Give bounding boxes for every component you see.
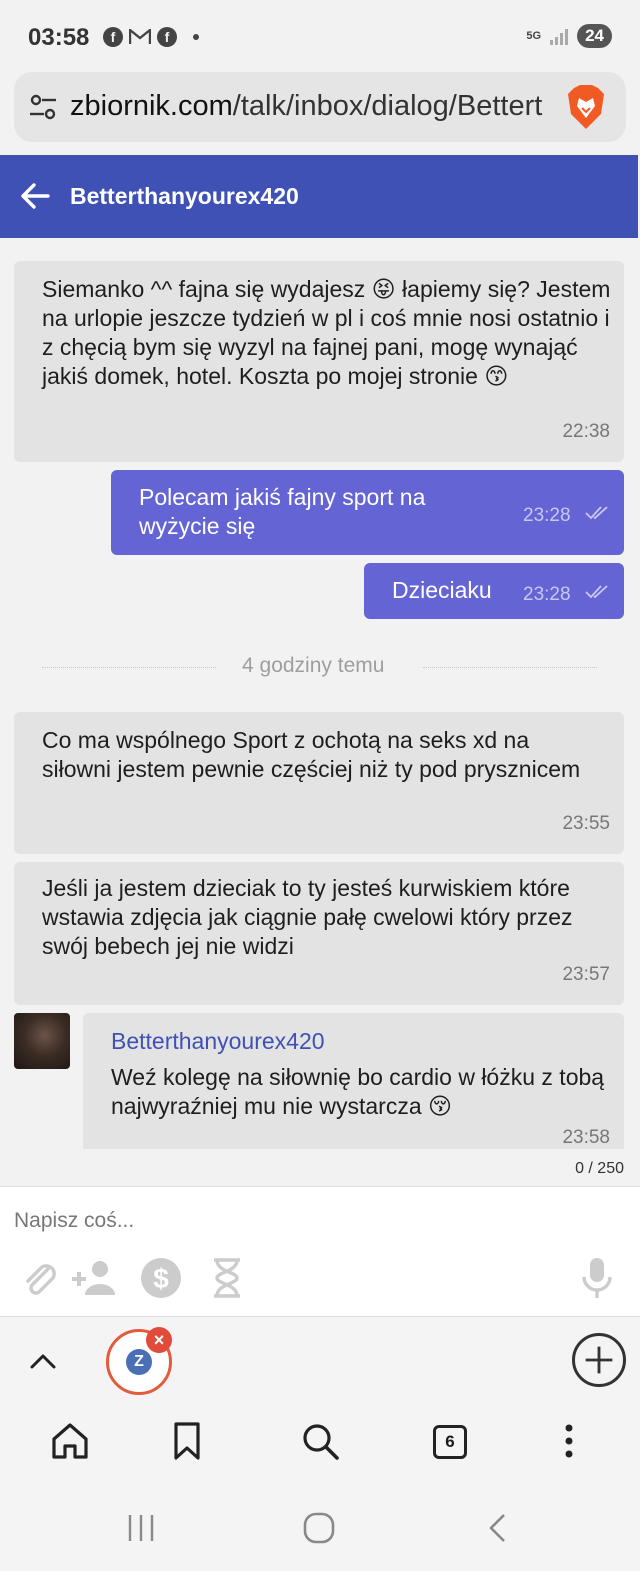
back-button-icon[interactable] [484,1513,514,1543]
back-arrow-icon[interactable] [18,179,52,213]
bookmark-icon[interactable] [167,1421,207,1461]
divider-line-left [42,667,216,668]
url-path: /talk/inbox/dialog/Bettert [232,90,543,122]
browser-toolbar: Z × 6 [0,1316,640,1476]
message-text: Co ma wspólnego Sport z ochotą na seks x… [42,727,581,782]
search-icon[interactable] [300,1421,340,1461]
url-host: zbiornik.com [70,90,233,122]
add-person-icon[interactable] [70,1257,120,1299]
chat-title[interactable]: Betterthanyourex420 [70,183,299,210]
divider-line-right [423,667,597,668]
facebook-icon: f [103,27,123,47]
message-time: 23:57 [562,964,610,985]
zbiornik-logo-icon: Z [126,1349,152,1375]
status-right: 5G 24 [526,24,612,48]
home-icon[interactable] [50,1421,90,1461]
facebook-icon: f [157,27,177,47]
message-text: Dzieciaku [392,577,492,603]
tabs-count-button[interactable]: 6 [433,1425,467,1459]
message-time: 23:55 [562,813,610,834]
message-input[interactable] [14,1209,554,1233]
time-divider: 4 godziny temu [42,654,597,682]
status-bar: 03:58 f f 5G 24 [0,0,640,76]
double-check-icon [585,506,608,520]
message-incoming[interactable]: Siemanko ^^ fajna się wydajesz 😝 łapiemy… [14,261,624,462]
svg-text:$: $ [153,1263,169,1294]
home-button-icon[interactable] [302,1511,336,1545]
battery-indicator: 24 [577,24,612,48]
message-text: Jeśli ja jestem dzieciak to ty jesteś ku… [42,875,573,959]
system-navigation-bar [0,1476,640,1571]
address-bar[interactable]: zbiornik.com/talk/inbox/dialog/Bettert [14,72,626,142]
chevron-up-icon[interactable] [28,1347,58,1377]
message-incoming[interactable]: Jeśli ja jestem dzieciak to ty jesteś ku… [14,862,624,1005]
character-counter: 0 / 250 [575,1160,624,1177]
gmail-icon [129,27,151,47]
site-settings-icon[interactable] [28,92,58,122]
double-check-icon [585,585,608,599]
signal-icon [550,29,569,45]
divider-label: 4 godziny temu [242,654,385,677]
sender-avatar[interactable] [14,1013,70,1069]
message-time: 22:38 [562,421,610,442]
hourglass-icon[interactable] [206,1257,248,1299]
message-text: Polecam jakiś fajny sport na wyżycie się [139,484,426,539]
new-tab-plus-icon[interactable] [572,1333,626,1387]
brave-lion-icon[interactable] [566,84,606,130]
message-outgoing[interactable]: Polecam jakiś fajny sport na wyżycie się… [111,470,624,555]
dollar-coin-icon[interactable]: $ [140,1257,182,1299]
more-notifications-dot [193,34,199,40]
message-outgoing[interactable]: Dzieciaku 23:28 [364,563,624,619]
recent-apps-icon[interactable] [126,1513,156,1543]
message-incoming[interactable]: Co ma wspólnego Sport z ochotą na seks x… [14,712,624,854]
notification-icons: f f [103,27,199,47]
status-time: 03:58 [28,24,90,51]
close-icon[interactable]: × [146,1327,172,1353]
sender-name[interactable]: Betterthanyourex420 [111,1027,325,1056]
message-time: 23:58 [562,1127,610,1148]
message-text: Siemanko ^^ fajna się wydajesz 😝 łapiemy… [42,276,611,389]
message-incoming[interactable]: Betterthanyourex420 Weź kolegę na siłown… [83,1013,624,1149]
paperclip-icon[interactable] [18,1257,60,1299]
message-time: 23:28 [523,505,571,526]
message-text: Weź kolegę na siłownię bo cardio w łóżku… [111,1064,605,1119]
microphone-icon[interactable] [576,1257,618,1299]
more-menu-icon[interactable] [549,1421,589,1461]
url-text[interactable]: zbiornik.com/talk/inbox/dialog/Bettert [70,90,546,123]
network-label: 5G [526,30,542,42]
message-time: 23:28 [523,584,571,605]
chat-header: Betterthanyourex420 [0,155,638,238]
message-composer: $ [0,1186,640,1316]
